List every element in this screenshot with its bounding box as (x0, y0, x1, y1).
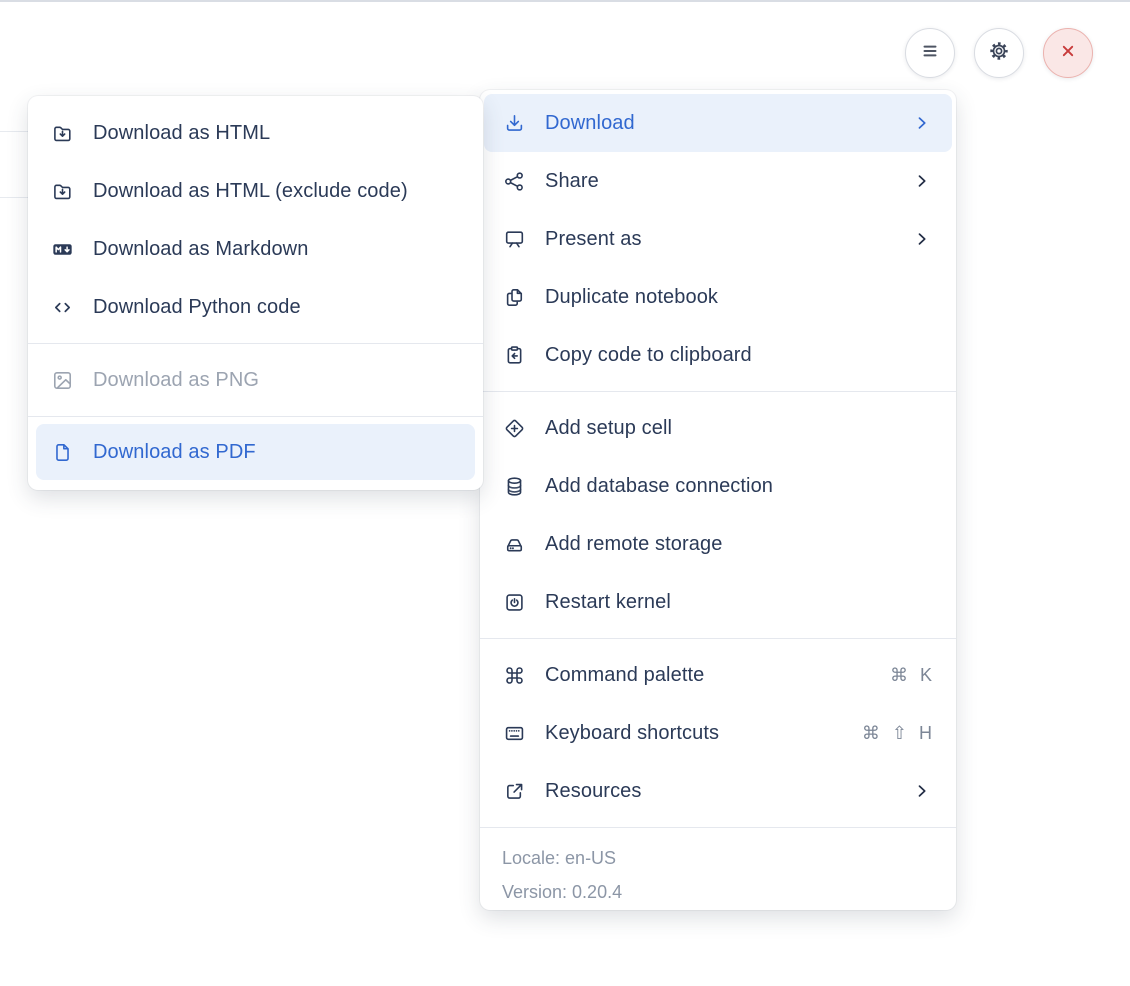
page-top-border (0, 0, 1130, 2)
menu-divider (480, 391, 956, 392)
close-x-icon (1055, 38, 1081, 69)
database-icon (501, 473, 527, 499)
version-info: Version: 0.20.4 (502, 882, 623, 902)
markdown-icon (49, 236, 75, 262)
menu-item-add-setup-cell[interactable]: Add setup cell (480, 399, 956, 457)
menu-item-label: Keyboard shortcuts (545, 721, 720, 744)
menu-item-copy-code[interactable]: Copy code to clipboard (480, 326, 956, 384)
menu-item-label: Restart kernel (545, 590, 671, 613)
submenu-divider (28, 416, 483, 417)
file-icon (49, 439, 75, 465)
storage-drive-icon (501, 531, 527, 557)
close-button[interactable] (1043, 28, 1093, 78)
menu-item-label: Share (545, 169, 599, 192)
menu-item-label: Add remote storage (545, 532, 723, 555)
image-icon (49, 367, 75, 393)
menu-item-label: Command palette (545, 663, 705, 686)
code-brackets-icon (49, 294, 75, 320)
menu-item-add-remote-storage[interactable]: Add remote storage (480, 515, 956, 573)
menu-item-share[interactable]: Share (480, 152, 956, 210)
menu-item-add-database-connection[interactable]: Add database connection (480, 457, 956, 515)
shortcut-hint: ⌘ K (889, 664, 932, 685)
window-controls (905, 28, 1093, 78)
submenu-divider (28, 343, 483, 344)
submenu-item-label: Download as PDF (93, 440, 256, 463)
submenu-item-download-html-exclude-code[interactable]: Download as HTML (exclude code) (28, 162, 483, 220)
share-icon (501, 168, 527, 194)
chevron-right-icon (912, 171, 932, 191)
submenu-item-download-python-code[interactable]: Download Python code (28, 278, 483, 336)
menu-divider (480, 827, 956, 828)
background-divider (0, 197, 29, 198)
hamburger-menu-button[interactable] (905, 28, 955, 78)
menu-item-label: Duplicate notebook (545, 285, 719, 308)
diamond-plus-icon (501, 415, 527, 441)
folder-download-icon (49, 178, 75, 204)
keyboard-icon (501, 720, 527, 746)
submenu-item-label: Download as Markdown (93, 237, 309, 260)
submenu-item-label: Download as PNG (93, 368, 260, 391)
command-icon (501, 662, 527, 688)
menu-item-restart-kernel[interactable]: Restart kernel (480, 573, 956, 631)
menu-item-label: Download (545, 111, 635, 134)
submenu-item-download-png[interactable]: Download as PNG (28, 351, 483, 409)
menu-item-present-as[interactable]: Present as (480, 210, 956, 268)
submenu-item-download-markdown[interactable]: Download as Markdown (28, 220, 483, 278)
hamburger-icon (917, 38, 943, 69)
locale-info: Locale: en-US (502, 848, 617, 868)
submenu-item-download-html[interactable]: Download as HTML (28, 104, 483, 162)
chevron-right-icon (912, 113, 932, 133)
duplicate-pages-icon (501, 284, 527, 310)
menu-item-label: Copy code to clipboard (545, 343, 752, 366)
present-screen-icon (501, 226, 527, 252)
menu-footer: Locale: en-US Version: 0.20.4 (480, 835, 956, 909)
download-icon (501, 110, 527, 136)
menu-item-duplicate-notebook[interactable]: Duplicate notebook (480, 268, 956, 326)
clipboard-arrow-icon (501, 342, 527, 368)
submenu-item-label: Download as HTML (exclude code) (93, 179, 408, 202)
download-submenu: Download as HTML Download as HTML (exclu… (28, 96, 483, 490)
menu-item-keyboard-shortcuts[interactable]: Keyboard shortcuts ⌘ ⇧ H (480, 704, 956, 762)
menu-item-label: Present as (545, 227, 642, 250)
menu-item-label: Add database connection (545, 474, 774, 497)
menu-item-download[interactable]: Download (484, 94, 952, 152)
chevron-right-icon (912, 229, 932, 249)
folder-download-icon (49, 120, 75, 146)
gear-icon (986, 38, 1012, 69)
background-divider (0, 131, 29, 132)
external-link-icon (501, 778, 527, 804)
submenu-item-label: Download Python code (93, 295, 301, 318)
submenu-item-label: Download as HTML (93, 121, 271, 144)
menu-item-command-palette[interactable]: Command palette ⌘ K (480, 646, 956, 704)
submenu-item-download-pdf[interactable]: Download as PDF (36, 424, 475, 480)
shortcut-hint: ⌘ ⇧ H (861, 722, 932, 743)
menu-divider (480, 638, 956, 639)
power-square-icon (501, 589, 527, 615)
settings-button[interactable] (974, 28, 1024, 78)
notebook-menu: Download Share Present as Duplicate note… (480, 90, 956, 910)
chevron-right-icon (912, 781, 932, 801)
menu-item-label: Add setup cell (545, 416, 673, 439)
menu-item-label: Resources (545, 779, 642, 802)
menu-item-resources[interactable]: Resources (480, 762, 956, 820)
